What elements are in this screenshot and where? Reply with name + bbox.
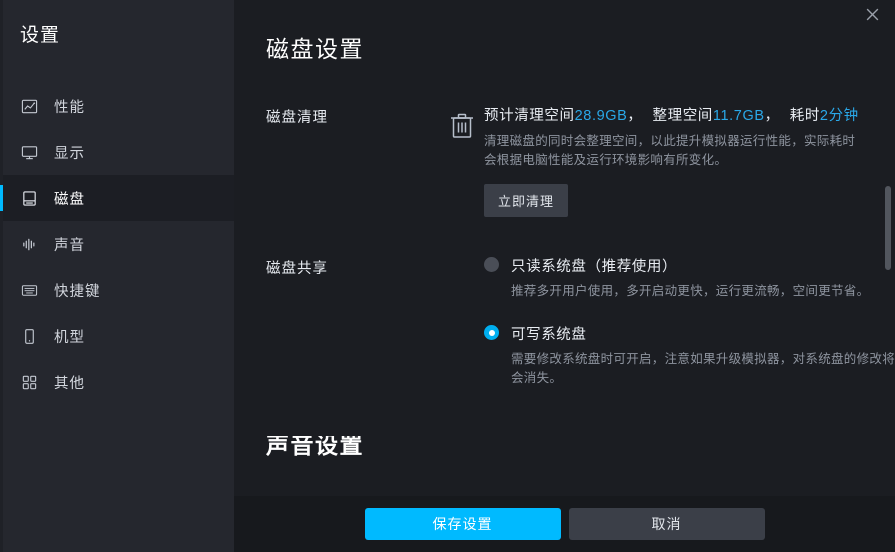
radio-readonly-mark[interactable] xyxy=(484,257,499,272)
sidebar-item-display[interactable]: 显示 xyxy=(3,129,234,175)
headline-suffix: 耗时 xyxy=(789,108,820,124)
radio-writable-description: 需要修改系统盘时可开启，注意如果升级模拟器，对系统盘的修改将会消失。 xyxy=(511,352,895,385)
section-disk-share: 磁盘共享 只读系统盘（推荐使用） 推荐多开用户使用，多开启动更快，运行更流畅，空… xyxy=(234,255,895,388)
phone-icon xyxy=(20,327,38,345)
settings-content: 磁盘设置 磁盘清理 预计清理空间28.9GB， 整理空间11.7GB， 耗时2分… xyxy=(234,0,895,496)
disk-clean-row: 预计清理空间28.9GB， 整理空间11.7GB， 耗时2分钟 清理磁盘的同时会整理… xyxy=(440,104,895,217)
footer-actions: 保存设置 取消 xyxy=(234,496,895,552)
trash-icon xyxy=(440,104,484,140)
sidebar-item-label: 性能 xyxy=(54,99,85,116)
section-body-disk-share: 只读系统盘（推荐使用） 推荐多开用户使用，多开启动更快，运行更流畅，空间更节省。… xyxy=(440,255,895,388)
headline-prefix: 预计清理空间 xyxy=(484,108,575,124)
performance-chart-icon xyxy=(20,97,38,115)
scrollbar-thumb[interactable] xyxy=(885,186,891,270)
sidebar-item-label: 显示 xyxy=(54,145,85,162)
section-label-disk-share: 磁盘共享 xyxy=(266,261,328,277)
sidebar-item-label: 磁盘 xyxy=(54,191,85,208)
section-body-disk-clean: 预计清理空间28.9GB， 整理空间11.7GB， 耗时2分钟 清理磁盘的同时会整理… xyxy=(440,104,895,217)
section-label-disk-clean: 磁盘清理 xyxy=(266,110,328,126)
disk-clean-description: 清理磁盘的同时会整理空间，以此提升模拟器运行性能，实际耗时会根据电脑性能及运行环… xyxy=(484,134,856,167)
sidebar-item-label: 机型 xyxy=(54,329,85,346)
content-scrollbar[interactable] xyxy=(884,0,892,496)
duration-value: 2分钟 xyxy=(819,108,859,124)
radio-readonly-label[interactable]: 只读系统盘（推荐使用） xyxy=(511,255,677,276)
headline-sep-1: ， xyxy=(627,108,643,124)
sidebar-item-sound[interactable]: 声音 xyxy=(3,221,234,267)
clean-now-button[interactable]: 立即清理 xyxy=(484,184,569,217)
clean-space-value: 28.9GB xyxy=(574,108,628,124)
defrag-space-value: 11.7GB xyxy=(712,108,765,124)
sound-wave-icon xyxy=(20,235,38,253)
sidebar-nav: 性能 显示 磁盘 声音 快捷键 机型 其他 xyxy=(0,83,234,405)
sidebar: 设置 性能 显示 磁盘 声音 快捷键 机型 其他 xyxy=(0,0,234,552)
disk-clean-headline: 预计清理空间28.9GB， 整理空间11.7GB， 耗时2分钟 xyxy=(484,104,895,125)
radio-writable-label[interactable]: 可写系统盘 xyxy=(511,323,587,344)
keyboard-icon xyxy=(20,281,38,299)
section-disk-clean: 磁盘清理 预计清理空间28.9GB， 整理空间11.7GB， 耗时2分钟 清理磁… xyxy=(234,104,895,217)
sidebar-title: 设置 xyxy=(20,25,61,46)
disk-icon xyxy=(20,189,38,207)
radio-option-readonly[interactable]: 只读系统盘（推荐使用） xyxy=(484,255,895,276)
headline-sep-2: ， xyxy=(764,108,780,124)
sidebar-item-hotkeys[interactable]: 快捷键 xyxy=(3,267,234,313)
radio-option-writable[interactable]: 可写系统盘 xyxy=(484,323,895,344)
radio-readonly-description: 推荐多开用户使用，多开启动更快，运行更流畅，空间更节省。 xyxy=(511,284,870,298)
sidebar-item-other[interactable]: 其他 xyxy=(3,359,234,405)
monitor-icon xyxy=(20,143,38,161)
cancel-button[interactable]: 取消 xyxy=(568,508,765,540)
next-section-heading-clipped: 声音设置 xyxy=(234,436,895,470)
sidebar-item-label: 快捷键 xyxy=(54,283,101,300)
headline-mid: 整理空间 xyxy=(652,108,713,124)
sidebar-item-device-model[interactable]: 机型 xyxy=(3,313,234,359)
disk-clean-text: 预计清理空间28.9GB， 整理空间11.7GB， 耗时2分钟 清理磁盘的同时会整理… xyxy=(484,104,895,217)
radio-writable-mark[interactable] xyxy=(484,325,499,340)
sidebar-item-performance[interactable]: 性能 xyxy=(3,83,234,129)
close-icon[interactable] xyxy=(857,0,887,28)
disk-share-options: 只读系统盘（推荐使用） 推荐多开用户使用，多开启动更快，运行更流畅，空间更节省。… xyxy=(440,255,895,388)
sidebar-item-label: 其他 xyxy=(54,375,85,392)
settings-window: 设置 性能 显示 磁盘 声音 快捷键 机型 其他 磁盘设置 磁盘清理 预计清理空… xyxy=(0,0,895,552)
sidebar-item-disk[interactable]: 磁盘 xyxy=(0,175,234,221)
sidebar-item-label: 声音 xyxy=(54,237,85,254)
grid-squares-icon xyxy=(20,373,38,391)
next-section-title: 声音设置 xyxy=(266,436,364,458)
page-title: 磁盘设置 xyxy=(266,36,364,62)
save-settings-button[interactable]: 保存设置 xyxy=(364,508,561,540)
main-panel: 磁盘设置 磁盘清理 预计清理空间28.9GB， 整理空间11.7GB， 耗时2分… xyxy=(234,0,895,552)
